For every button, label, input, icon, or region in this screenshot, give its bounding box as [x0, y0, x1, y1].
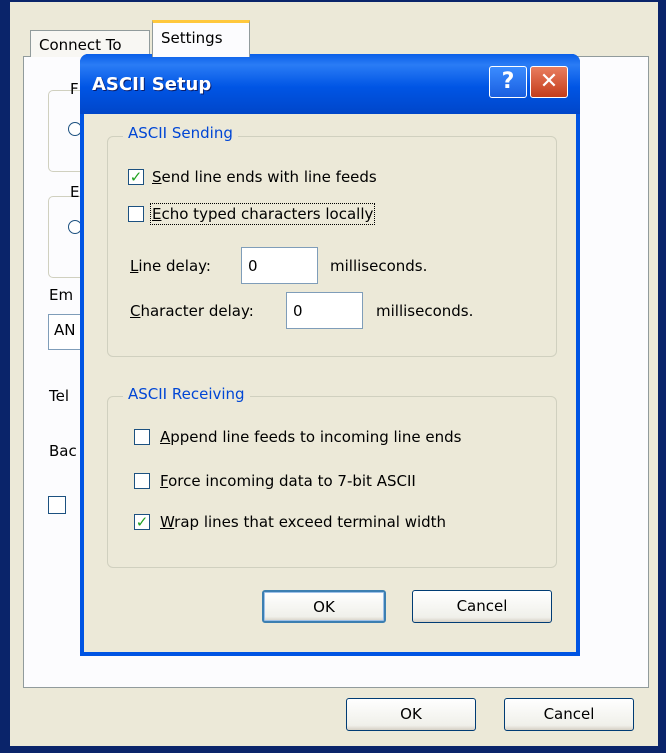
tab-connect-to[interactable]: Connect To [30, 30, 150, 57]
partial-emulation-label: Em [49, 286, 74, 304]
tab-settings[interactable]: Settings [152, 20, 250, 57]
append-line-feeds-label[interactable]: Append line feeds to incoming line ends [160, 428, 461, 446]
dialog-cancel-button[interactable]: Cancel [412, 590, 552, 623]
partial-telnet-label: Tel [49, 387, 70, 405]
append-line-feeds-checkbox[interactable] [134, 429, 150, 445]
ascii-sending-title: ASCII Sending [123, 124, 238, 142]
partial-group-label: E [70, 183, 80, 201]
emulation-select-value: AN [54, 321, 76, 339]
wrap-lines-label[interactable]: Wrap lines that exceed terminal width [160, 513, 446, 531]
background-checkbox[interactable] [48, 496, 66, 514]
character-delay-label: Character delay: [130, 302, 254, 320]
cancel-button[interactable]: Cancel [504, 698, 634, 731]
send-line-ends-label[interactable]: Send line ends with line feeds [152, 168, 377, 186]
line-delay-label: Line delay: [130, 257, 211, 275]
force-7bit-label[interactable]: Force incoming data to 7-bit ASCII [160, 472, 416, 490]
window-border-top [0, 0, 666, 2]
window-border-right [658, 0, 666, 753]
wrap-lines-checkbox[interactable]: ✓ [134, 514, 150, 530]
ascii-receiving-title: ASCII Receiving [123, 385, 250, 403]
force-7bit-checkbox[interactable] [134, 473, 150, 489]
line-delay-input[interactable] [241, 247, 318, 284]
dialog-ok-button[interactable]: OK [262, 590, 386, 623]
ok-button[interactable]: OK [346, 698, 476, 731]
help-icon[interactable]: ? [489, 66, 527, 98]
character-delay-input[interactable] [286, 292, 363, 329]
echo-typed-checkbox[interactable] [128, 206, 144, 222]
dialog-title: ASCII Setup [92, 74, 212, 95]
echo-typed-label[interactable]: Echo typed characters locally [149, 203, 376, 225]
close-icon[interactable]: ✕ [530, 66, 568, 98]
window-border-bottom [0, 746, 666, 753]
character-delay-unit: milliseconds. [376, 302, 474, 320]
line-delay-unit: milliseconds. [330, 257, 428, 275]
partial-group-label: F [70, 80, 79, 98]
partial-backscroll-label: Bac [49, 442, 77, 460]
send-line-ends-checkbox[interactable]: ✓ [128, 169, 144, 185]
window-border-left [0, 0, 10, 753]
